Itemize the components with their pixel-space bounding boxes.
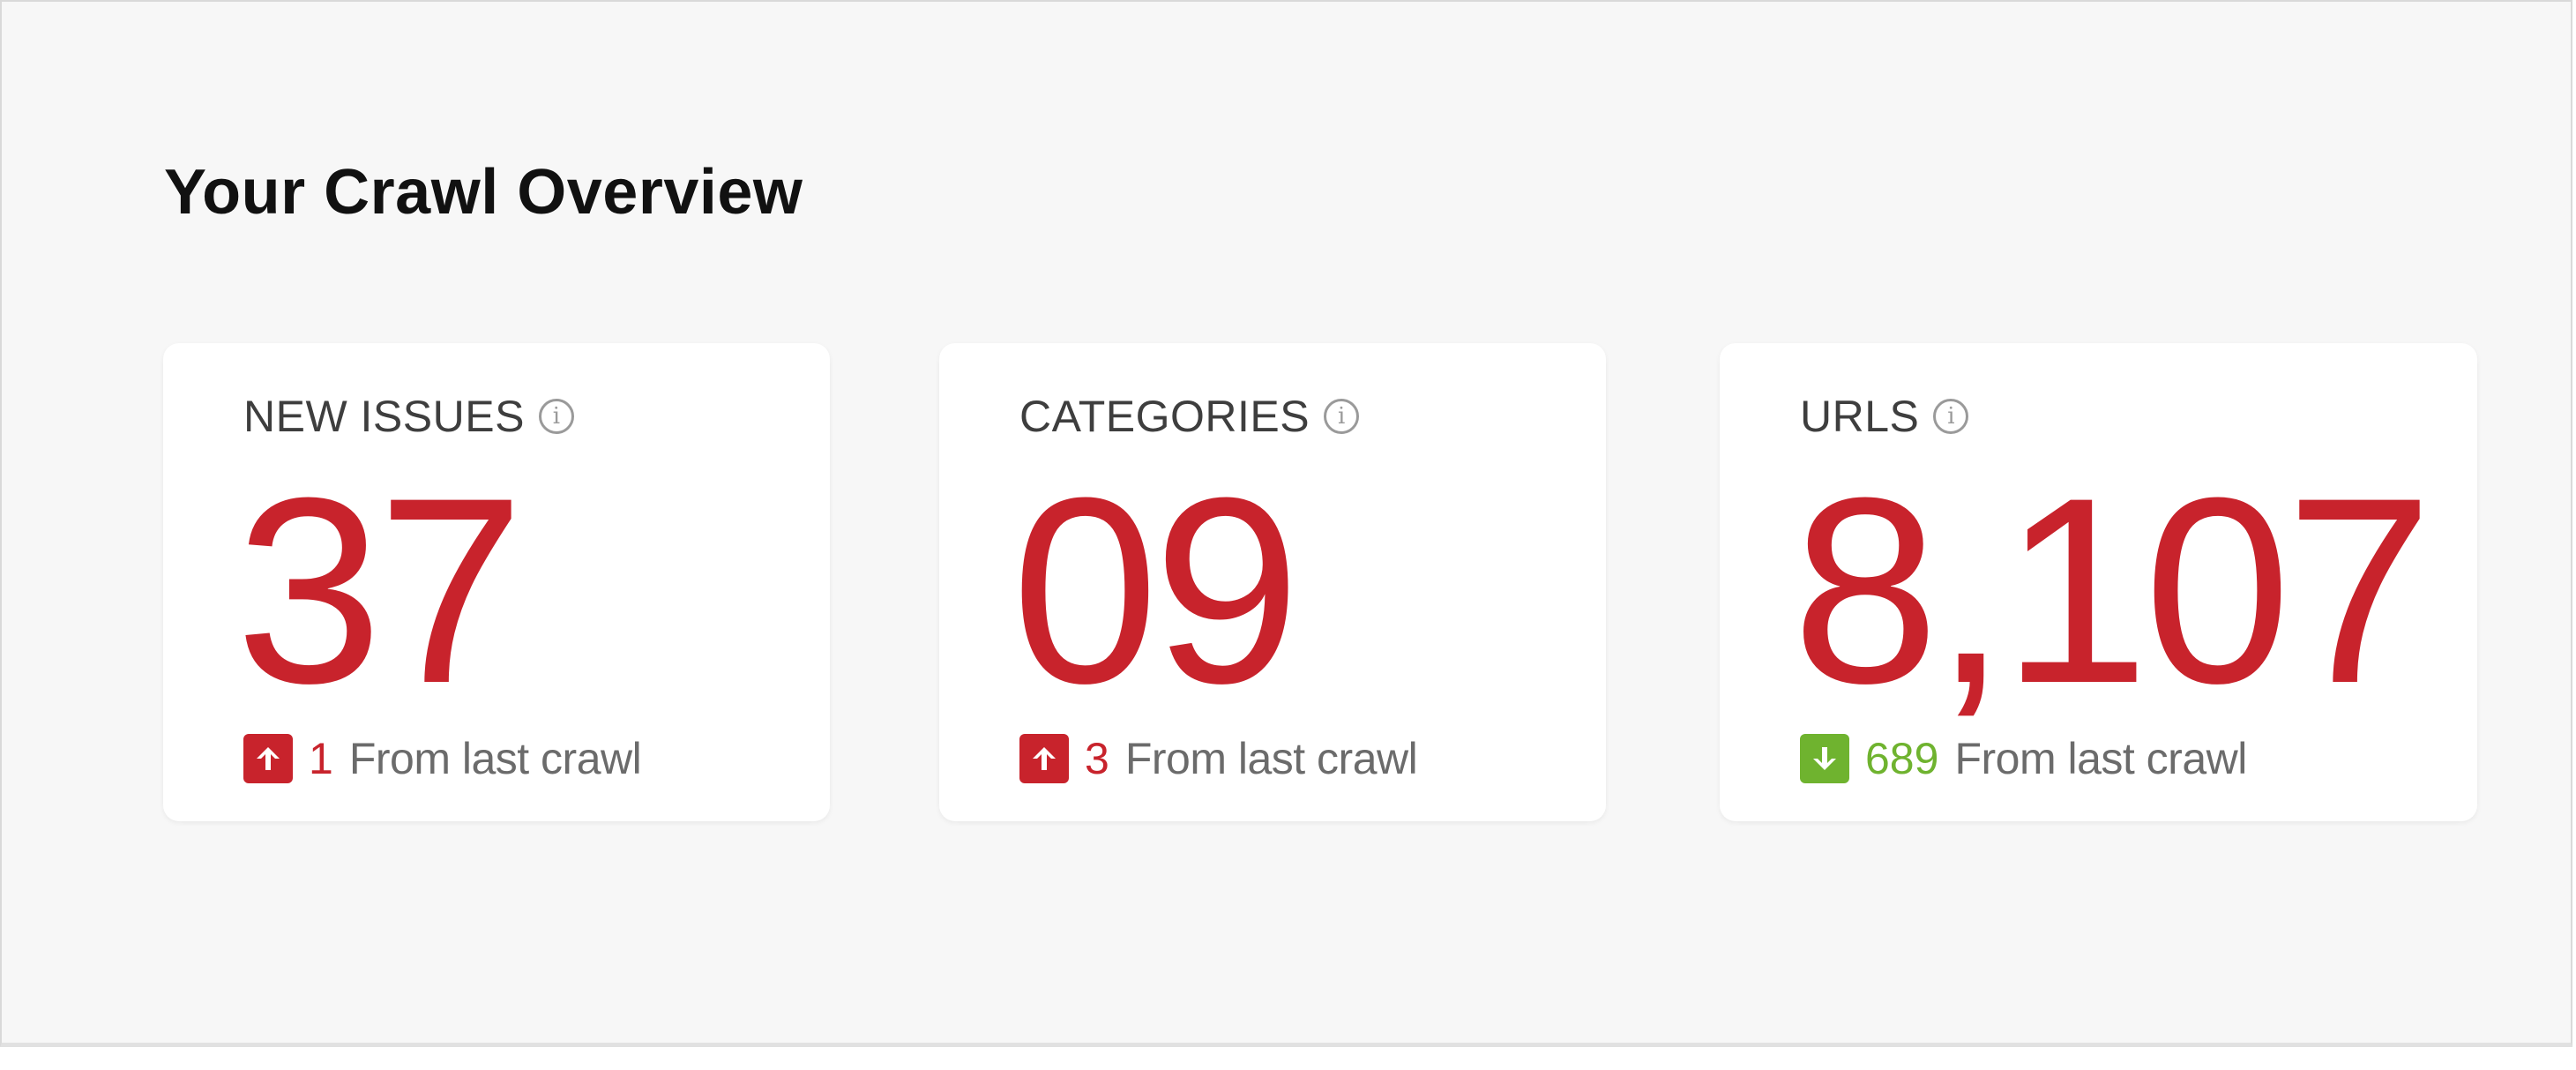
info-icon[interactable]: i — [1324, 399, 1360, 434]
card-header: NEW ISSUES i — [243, 394, 574, 438]
metric-value: 8,107 — [1792, 442, 2433, 738]
delta-value: 3 — [1085, 734, 1109, 783]
urls-card[interactable]: URLS i 8,107 689 From last crawl — [1720, 343, 2477, 821]
card-label: NEW ISSUES — [243, 392, 525, 441]
delta-text: From last crawl — [1954, 734, 2247, 783]
delta-indicator: 689 From last crawl — [1800, 734, 2247, 783]
page-title: Your Crawl Overview — [164, 157, 803, 228]
arrow-up-icon — [1019, 734, 1069, 783]
categories-card[interactable]: CATEGORIES i 09 3 From last crawl — [939, 343, 1606, 821]
arrow-up-icon-svg — [257, 747, 280, 770]
delta-value: 1 — [309, 734, 333, 783]
card-label: URLS — [1800, 392, 1920, 441]
delta-text: From last crawl — [348, 734, 642, 783]
overview-panel: Your Crawl Overview NEW ISSUES i 37 1 Fr… — [0, 0, 2572, 1047]
arrow-down-icon-svg — [1813, 747, 1836, 770]
new-issues-card[interactable]: NEW ISSUES i 37 1 From last crawl — [163, 343, 830, 821]
delta-indicator: 1 From last crawl — [243, 734, 642, 783]
arrow-down-icon — [1800, 734, 1849, 783]
card-header: CATEGORIES i — [1019, 392, 1360, 441]
metric-value: 37 — [235, 442, 525, 738]
arrow-up-icon-svg — [1033, 747, 1056, 770]
delta-text: From last crawl — [1124, 734, 1418, 783]
delta-value: 689 — [1865, 734, 1939, 783]
card-header: URLS i — [1800, 392, 1969, 441]
delta-indicator: 3 From last crawl — [1019, 734, 1418, 783]
arrow-up-icon — [243, 734, 293, 783]
info-icon[interactable]: i — [538, 399, 574, 434]
info-icon[interactable]: i — [1933, 399, 1969, 434]
metric-value: 09 — [1012, 442, 1301, 738]
card-label: CATEGORIES — [1019, 392, 1310, 441]
